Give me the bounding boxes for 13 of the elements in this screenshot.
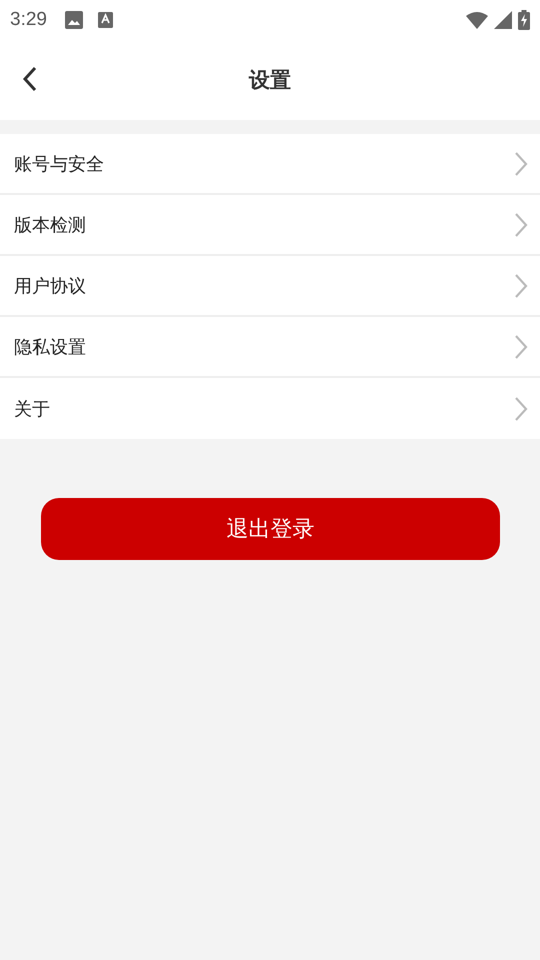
image-icon — [64, 11, 83, 29]
chevron-icon — [514, 150, 528, 176]
chevron-icon — [514, 334, 528, 360]
notification-icon — [98, 12, 113, 28]
wifi-icon — [466, 11, 488, 29]
battery-charging-icon — [518, 10, 530, 30]
status-time: 3:29 — [10, 9, 47, 31]
chevron-icon — [514, 212, 528, 238]
chevron-icon — [514, 272, 528, 298]
page-title: 设置 — [249, 67, 291, 94]
signal-icon — [494, 11, 512, 29]
chevron-icon — [514, 396, 528, 422]
logout-button[interactable]: 退出登录 — [41, 498, 500, 560]
